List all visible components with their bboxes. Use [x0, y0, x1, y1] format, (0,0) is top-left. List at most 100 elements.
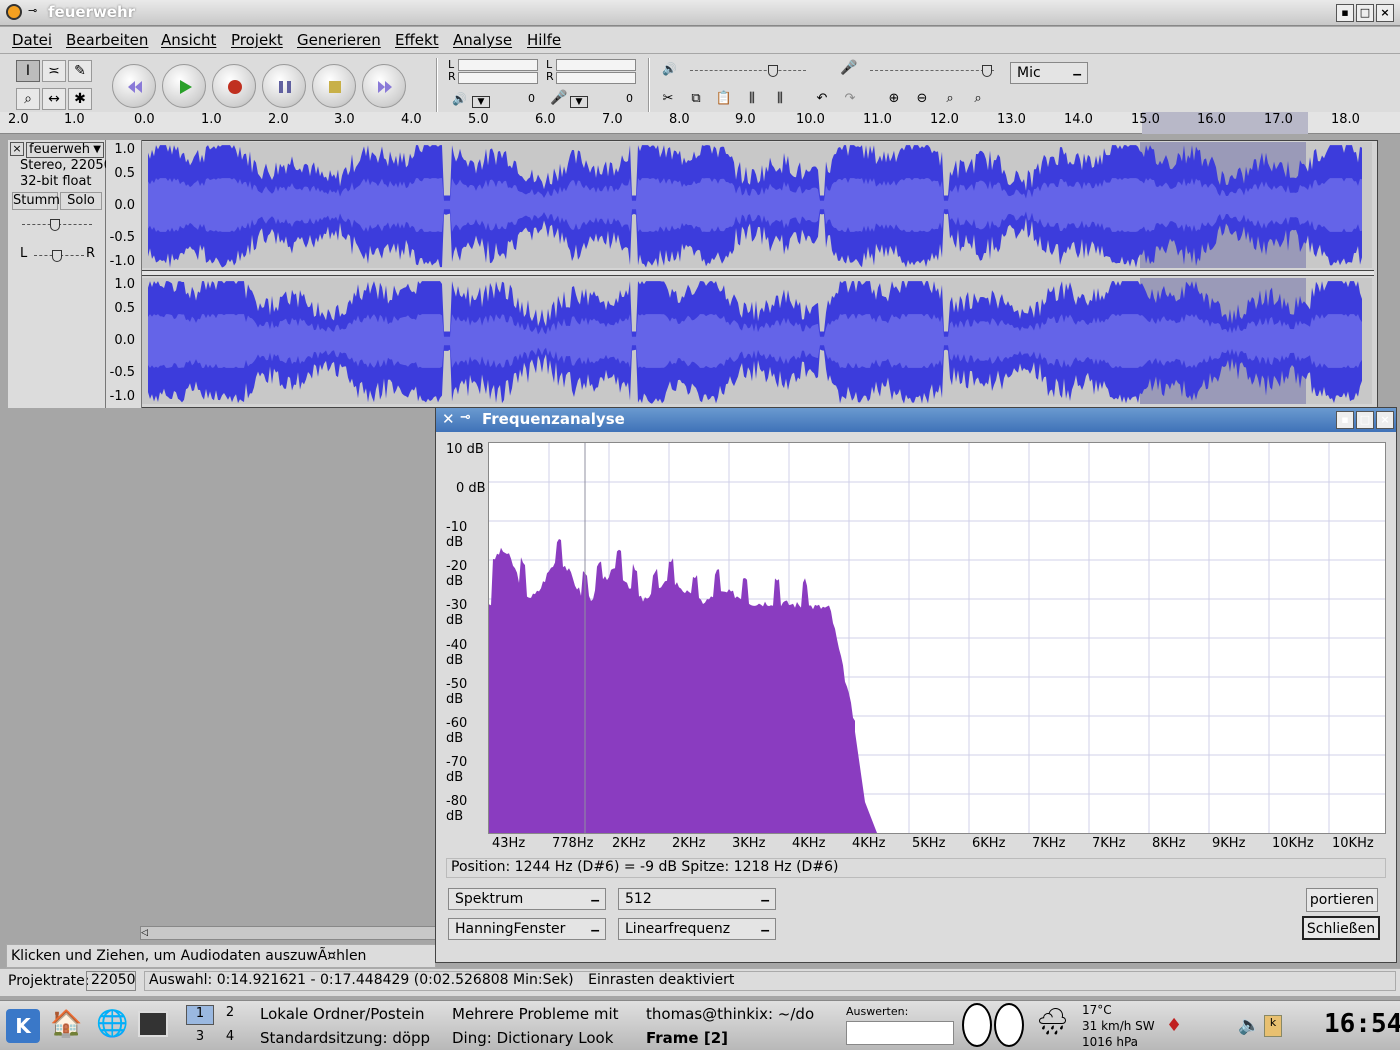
zoom-fit-icon[interactable]: ⌕	[966, 88, 990, 110]
menu-bearbeiten[interactable]: Bearbeiten	[66, 31, 148, 49]
menu-generieren[interactable]: Generieren	[297, 31, 381, 49]
pan-slider[interactable]	[34, 250, 84, 262]
export-button[interactable]: portieren	[1306, 888, 1378, 912]
copy-icon[interactable]: ⧉	[684, 88, 708, 110]
taskbar-item[interactable]: Ding: Dictionary Look	[452, 1029, 632, 1047]
dropdown-arrow-icon[interactable]: ▼	[472, 96, 490, 108]
slider-thumb[interactable]	[50, 219, 60, 231]
maximize-button[interactable]: □	[1356, 411, 1374, 429]
envelope-tool-icon[interactable]: ≍	[42, 60, 66, 82]
kde-menu-icon[interactable]: K	[6, 1009, 40, 1043]
paste-icon[interactable]: 📋	[712, 88, 736, 110]
minimize-button[interactable]: ▪	[1336, 411, 1354, 429]
input-volume-slider[interactable]	[870, 65, 994, 77]
skip-start-button[interactable]	[112, 64, 156, 108]
solo-button[interactable]: Solo	[60, 192, 102, 210]
pause-button[interactable]	[262, 64, 306, 108]
timeshift-tool-icon[interactable]: ↔	[42, 88, 66, 110]
desktop-2[interactable]: 2	[218, 1005, 242, 1025]
gain-slider[interactable]	[22, 219, 92, 231]
skip-end-icon	[378, 81, 392, 93]
silence-icon[interactable]: ⫼	[768, 88, 792, 110]
record-button[interactable]	[212, 64, 256, 108]
browser-icon[interactable]: 🌐	[96, 1009, 128, 1039]
axis-select[interactable]: Linearfrequenz	[618, 917, 776, 940]
redo-icon[interactable]: ↷	[838, 88, 862, 110]
stop-button[interactable]	[312, 64, 356, 108]
project-rate-field[interactable]: 22050	[86, 971, 136, 991]
skip-end-button[interactable]	[362, 64, 406, 108]
menu-effekt[interactable]: Effekt	[395, 31, 439, 49]
menu-analyse[interactable]: Analyse	[453, 31, 512, 49]
input-source-select[interactable]: Mic	[1010, 61, 1088, 84]
window-function-select[interactable]: HanningFenster	[448, 917, 606, 940]
maximize-button[interactable]: □	[1356, 4, 1374, 22]
size-select[interactable]: 512	[618, 887, 776, 910]
zoom-in-icon[interactable]: ⊕	[882, 88, 906, 110]
vertical-scale[interactable]: 1.0 0.5 0.0 -0.5 -1.0 1.0 0.5 0.0 -0.5 -…	[106, 140, 142, 408]
algorithm-select[interactable]: Spektrum	[448, 887, 606, 910]
input-meter-right[interactable]	[556, 72, 636, 84]
desktop-4[interactable]: 4	[218, 1029, 242, 1049]
taskbar-item[interactable]: Lokale Ordner/Postein	[260, 1005, 440, 1023]
selection-tool-icon[interactable]: I	[16, 60, 40, 82]
multi-tool-icon[interactable]: ✱	[68, 88, 92, 110]
h-scrollbar[interactable]: ◁	[140, 926, 436, 940]
hz-label: 5KHz	[912, 836, 946, 851]
hz-label: 2KHz	[672, 836, 706, 851]
output-meter-left[interactable]	[458, 59, 538, 71]
taskbar-item[interactable]: Mehrere Probleme mit	[452, 1005, 632, 1023]
close-dialog-button[interactable]: Schließen	[1302, 916, 1380, 940]
taskbar-item[interactable]: Standardsitzung: döpp	[260, 1029, 440, 1047]
desktop-3[interactable]: 3	[186, 1029, 214, 1049]
dialog-menu-icon[interactable]: ✕	[442, 410, 455, 428]
zoom-selection-icon[interactable]: ⌕	[938, 88, 962, 110]
output-volume-slider[interactable]	[690, 65, 806, 77]
input-meter-left[interactable]	[556, 59, 636, 71]
waveform-left-channel[interactable]	[142, 142, 1372, 268]
mute-button[interactable]: Stumm	[12, 192, 60, 210]
pin-icon[interactable]: ⊸	[28, 4, 37, 17]
play-button[interactable]	[162, 64, 206, 108]
db-label: -60 dB	[446, 716, 468, 746]
home-icon[interactable]: 🏠	[50, 1009, 82, 1039]
klipper-icon[interactable]: k	[1264, 1015, 1282, 1037]
output-meter-right[interactable]	[458, 72, 538, 84]
spectrum-plot[interactable]	[488, 442, 1386, 834]
desktop-1[interactable]: 1	[186, 1005, 214, 1025]
taskbar-item[interactable]: thomas@thinkix: ~/do	[646, 1005, 826, 1023]
terminal-icon[interactable]	[138, 1011, 168, 1037]
menu-datei[interactable]: Datei	[12, 31, 52, 49]
zoom-out-icon[interactable]: ⊖	[910, 88, 934, 110]
slider-thumb[interactable]	[768, 65, 778, 77]
draw-tool-icon[interactable]: ✎	[68, 60, 92, 82]
ruler-tick-label: 13.0	[997, 112, 1026, 127]
cut-icon[interactable]: ✂	[656, 88, 680, 110]
undo-icon[interactable]: ↶	[810, 88, 834, 110]
menu-ansicht[interactable]: Ansicht	[161, 31, 216, 49]
close-button[interactable]: ×	[1376, 4, 1394, 22]
pin-icon[interactable]: ⊸	[460, 410, 471, 425]
track-close-icon[interactable]: ×	[10, 142, 24, 156]
time-ruler[interactable]: 2.0 1.0 0.0 1.0 2.0 3.0 4.0 5.0 6.0 7.0 …	[0, 112, 1400, 134]
scroll-left-icon[interactable]: ◁	[141, 927, 153, 939]
ruby-icon[interactable]: ♦	[1166, 1015, 1182, 1036]
taskbar-item-active[interactable]: Frame [2]	[646, 1029, 826, 1047]
menu-hilfe[interactable]: Hilfe	[527, 31, 561, 49]
db-label: -80 dB	[446, 794, 468, 824]
slider-thumb[interactable]	[52, 250, 62, 262]
track-name-dropdown[interactable]: feuerweh ▼	[26, 142, 104, 158]
waveform-right-channel[interactable]	[142, 278, 1372, 404]
channel-divider	[142, 270, 1374, 276]
menu-projekt[interactable]: Projekt	[231, 31, 283, 49]
db-label: -20 dB	[446, 559, 468, 589]
search-input[interactable]	[846, 1021, 954, 1045]
meter-in-r-label: R	[546, 70, 554, 83]
volume-icon[interactable]: 🔈	[1238, 1015, 1260, 1036]
slider-thumb[interactable]	[982, 65, 992, 77]
zoom-tool-icon[interactable]: ⌕	[16, 88, 40, 110]
close-button[interactable]: ×	[1376, 411, 1394, 429]
minimize-button[interactable]: ▪	[1336, 4, 1354, 22]
trim-icon[interactable]: ⫼	[740, 88, 764, 110]
dropdown-arrow-icon[interactable]: ▼	[570, 96, 588, 108]
